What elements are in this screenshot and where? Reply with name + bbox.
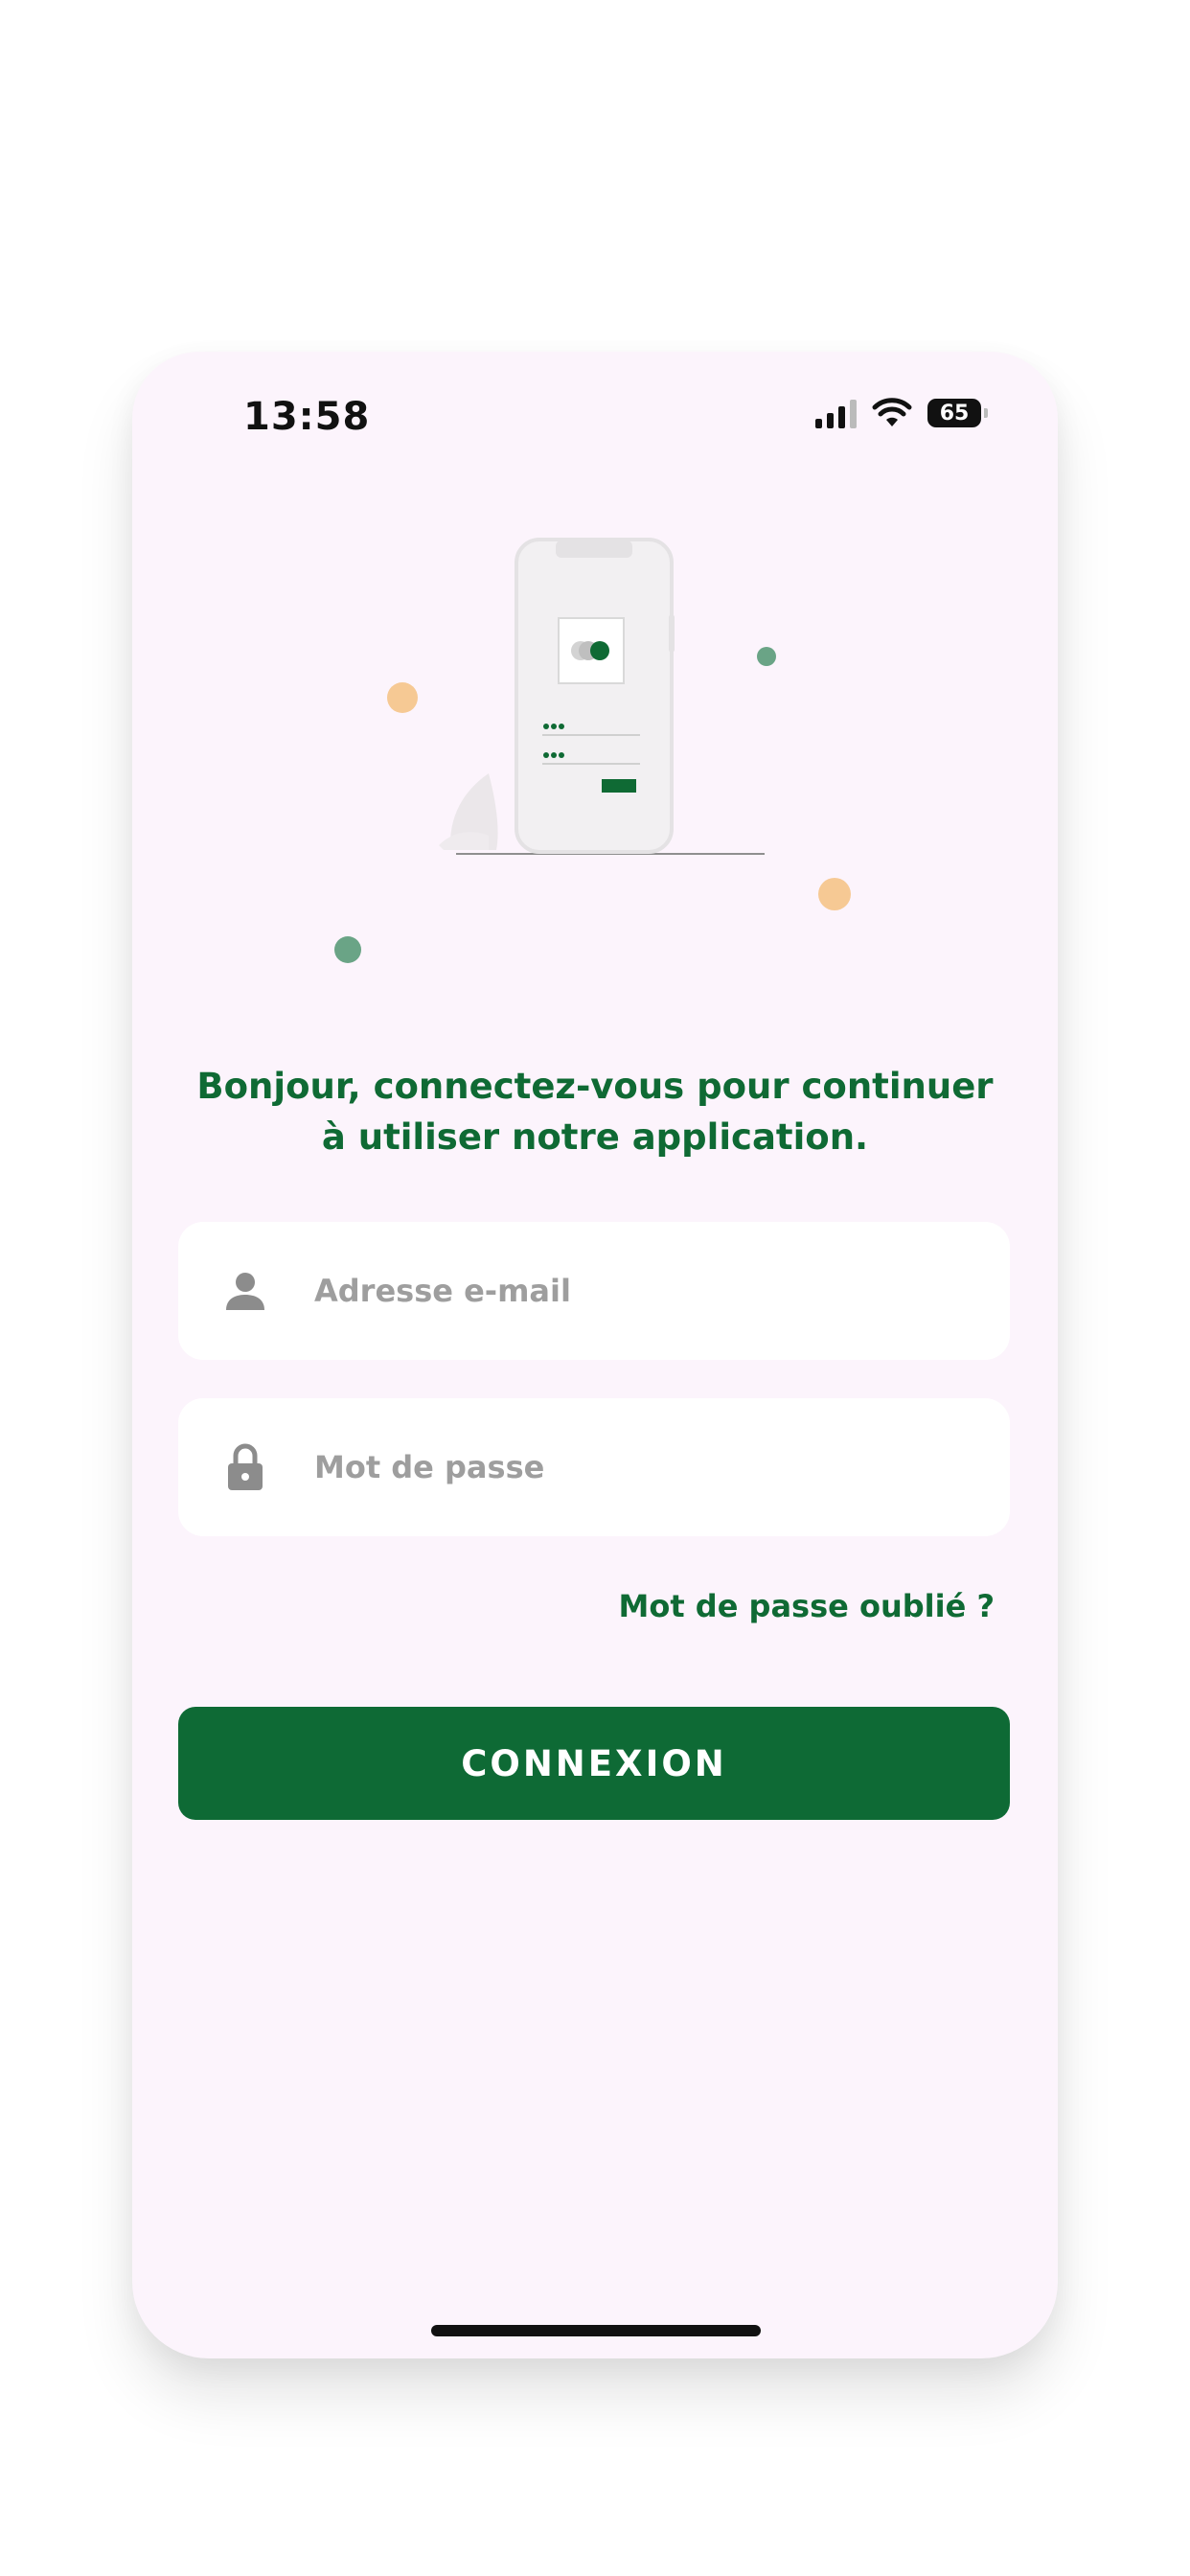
headline-line-1: Bonjour, connectez-vous pour continuer (196, 1066, 994, 1107)
green-dot-right (757, 647, 776, 666)
orange-dot-left (387, 682, 418, 713)
email-field[interactable] (178, 1222, 1010, 1360)
home-indicator[interactable] (431, 2325, 761, 2336)
user-icon (178, 1270, 312, 1312)
green-dot-left (334, 936, 361, 963)
password-input[interactable] (312, 1448, 968, 1486)
email-input[interactable] (312, 1272, 968, 1310)
password-field[interactable] (178, 1398, 1010, 1536)
phone-screen: 13:58 65 Bonjour, connectez-vous pour co… (132, 352, 1058, 2358)
forgot-password-link[interactable]: Mot de passe oublié ? (619, 1588, 995, 1624)
orange-dot-right (818, 878, 851, 910)
phone-body (515, 538, 674, 854)
login-button[interactable]: CONNEXION (178, 1707, 1010, 1820)
login-headline: Bonjour, connectez-vous pour continuer à… (171, 1061, 1019, 1162)
lock-icon (178, 1442, 312, 1492)
phone-login-illustration (334, 538, 851, 963)
headline-line-2: à utiliser notre application. (321, 1116, 869, 1158)
